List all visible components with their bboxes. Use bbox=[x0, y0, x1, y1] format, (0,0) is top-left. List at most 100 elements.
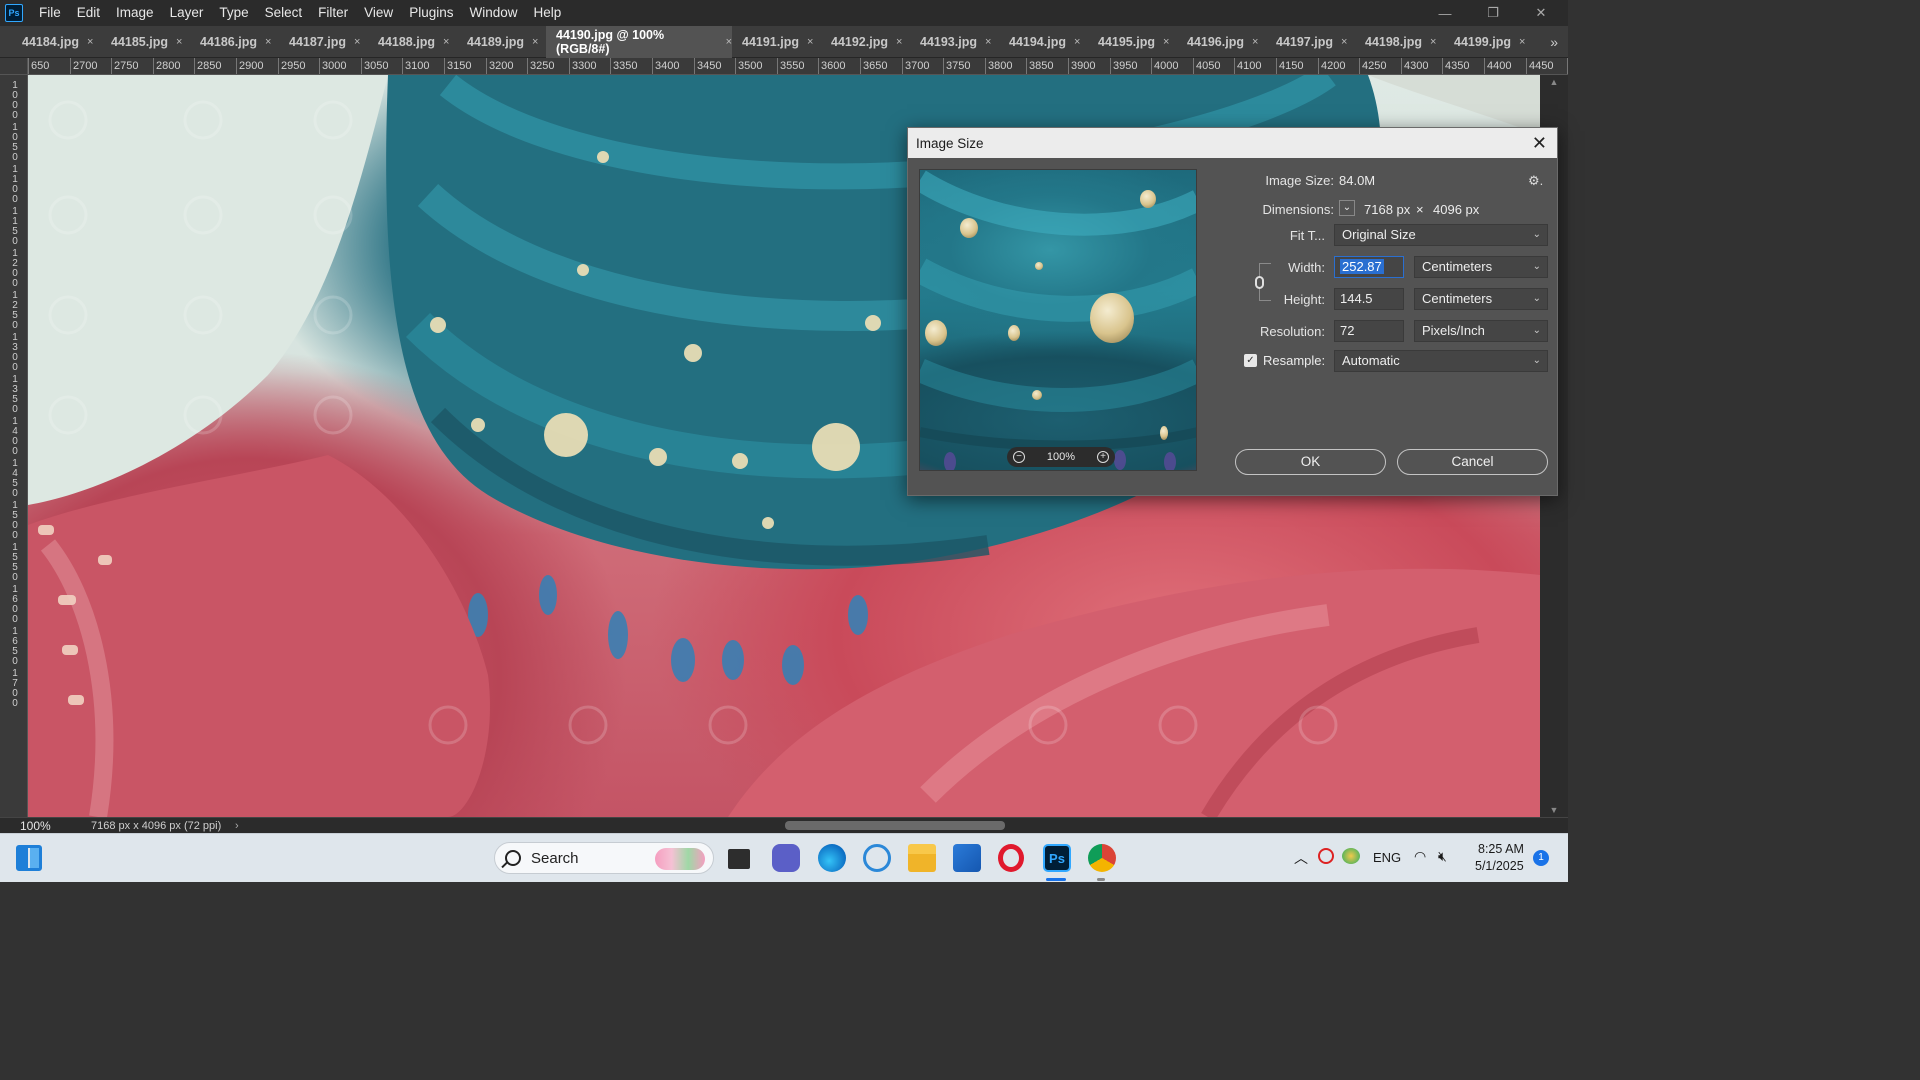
resolution-input[interactable]: 72 bbox=[1334, 320, 1404, 342]
ruler-tick bbox=[694, 58, 695, 74]
window-close-icon[interactable]: ✕ bbox=[1518, 0, 1564, 26]
tab-close-icon[interactable]: × bbox=[354, 36, 360, 48]
clock-time[interactable]: 8:25 AM bbox=[1478, 842, 1524, 856]
menu-edit[interactable]: Edit bbox=[69, 0, 108, 26]
fit-to-select[interactable]: Original Size ⌄ bbox=[1334, 224, 1548, 246]
document-tab[interactable]: 44192.jpg × bbox=[821, 26, 910, 58]
menu-select[interactable]: Select bbox=[257, 0, 311, 26]
volume-muted-icon[interactable]: 🔇︎ bbox=[1438, 848, 1447, 865]
opera-browser-icon[interactable] bbox=[998, 844, 1024, 872]
menu-plugins[interactable]: Plugins bbox=[401, 0, 461, 26]
document-tab[interactable]: 44194.jpg × bbox=[999, 26, 1088, 58]
horizontal-ruler[interactable]: 650 2700 2750 2800 2850 2900 2950 3000 3050 3100 3… bbox=[0, 58, 1568, 75]
photoshop-taskbar-icon[interactable]: Ps bbox=[1043, 844, 1071, 872]
zoom-level-field[interactable]: 100% bbox=[20, 818, 51, 834]
menu-file[interactable]: File bbox=[31, 0, 69, 26]
horizontal-scrollbar[interactable] bbox=[250, 818, 1540, 834]
height-unit-select[interactable]: Centimeters ⌄ bbox=[1414, 288, 1548, 310]
dimensions-units-dropdown-icon[interactable]: ⌄ bbox=[1339, 200, 1355, 216]
image-size-dialog: Image Size ✕ − 100% + ⚙. Image Size: 84.… bbox=[907, 127, 1558, 496]
task-view-icon[interactable] bbox=[728, 849, 750, 869]
snipping-tool-icon[interactable] bbox=[863, 844, 891, 872]
document-tab[interactable]: 44198.jpg × bbox=[1355, 26, 1444, 58]
minimize-icon[interactable]: — bbox=[1422, 0, 1468, 26]
document-tab[interactable]: 44188.jpg × bbox=[368, 26, 457, 58]
image-preview[interactable]: − 100% + bbox=[919, 169, 1197, 471]
scroll-up-icon[interactable]: ▲ bbox=[1540, 77, 1568, 87]
horizontal-scroll-thumb[interactable] bbox=[785, 821, 1005, 830]
tab-overflow-icon[interactable]: » bbox=[1550, 26, 1558, 58]
document-tab[interactable]: 44187.jpg × bbox=[279, 26, 368, 58]
tab-close-icon[interactable]: × bbox=[532, 36, 538, 48]
zoom-out-icon[interactable]: − bbox=[1013, 451, 1025, 463]
menu-view[interactable]: View bbox=[356, 0, 401, 26]
document-tab[interactable]: 44193.jpg × bbox=[910, 26, 999, 58]
settings-gear-icon[interactable]: ⚙. bbox=[1528, 173, 1543, 189]
resample-select[interactable]: Automatic ⌄ bbox=[1334, 350, 1548, 372]
ruler-label: 3850 bbox=[1029, 60, 1054, 72]
tab-close-icon[interactable]: × bbox=[896, 36, 902, 48]
zoom-in-icon[interactable]: + bbox=[1096, 451, 1109, 463]
tab-label: 44197.jpg bbox=[1276, 35, 1333, 49]
ok-button[interactable]: OK bbox=[1235, 449, 1386, 475]
dialog-titlebar[interactable]: Image Size ✕ bbox=[908, 128, 1557, 158]
document-tab[interactable]: 44189.jpg × bbox=[457, 26, 546, 58]
chrome-browser-icon[interactable] bbox=[1088, 844, 1116, 872]
language-indicator[interactable]: ENG bbox=[1373, 850, 1401, 865]
menu-image[interactable]: Image bbox=[108, 0, 162, 26]
tab-close-icon[interactable]: × bbox=[265, 36, 271, 48]
ruler-corner[interactable] bbox=[0, 58, 28, 74]
network-app-tray-icon[interactable] bbox=[1342, 848, 1360, 864]
tab-close-icon[interactable]: × bbox=[176, 36, 182, 48]
cancel-button[interactable]: Cancel bbox=[1397, 449, 1548, 475]
menu-layer[interactable]: Layer bbox=[162, 0, 212, 26]
file-explorer-icon[interactable] bbox=[908, 844, 936, 872]
menu-filter[interactable]: Filter bbox=[310, 0, 356, 26]
menu-help[interactable]: Help bbox=[525, 0, 569, 26]
menu-type[interactable]: Type bbox=[211, 0, 256, 26]
document-tab[interactable]: 44184.jpg × bbox=[12, 26, 101, 58]
document-tab[interactable]: 44195.jpg × bbox=[1088, 26, 1177, 58]
width-input[interactable]: 252.87 bbox=[1334, 256, 1404, 278]
show-hidden-icons-icon[interactable]: ︿ bbox=[1294, 848, 1308, 868]
scroll-down-icon[interactable]: ▼ bbox=[1540, 805, 1568, 815]
document-tab[interactable]: 44186.jpg × bbox=[190, 26, 279, 58]
resample-checkbox[interactable]: ✓ bbox=[1244, 354, 1257, 367]
teams-chat-icon[interactable] bbox=[772, 844, 800, 872]
vpn-tray-icon[interactable] bbox=[1318, 848, 1334, 864]
document-tab-active[interactable]: 44190.jpg @ 100% (RGB/8#) × bbox=[546, 26, 732, 58]
restore-icon[interactable]: ❐ bbox=[1470, 0, 1516, 26]
document-tab[interactable]: 44196.jpg × bbox=[1177, 26, 1266, 58]
wifi-icon[interactable]: ◠ bbox=[1414, 848, 1426, 865]
microsoft-store-icon[interactable] bbox=[953, 844, 981, 872]
tab-close-icon[interactable]: × bbox=[1163, 36, 1169, 48]
height-label: Height: bbox=[1283, 292, 1325, 307]
document-tab[interactable]: 44191.jpg × bbox=[732, 26, 821, 58]
menu-window[interactable]: Window bbox=[461, 0, 525, 26]
widgets-icon[interactable] bbox=[16, 845, 42, 871]
tab-close-icon[interactable]: × bbox=[1341, 36, 1347, 48]
document-tab[interactable]: 44197.jpg × bbox=[1266, 26, 1355, 58]
width-unit-select[interactable]: Centimeters ⌄ bbox=[1414, 256, 1548, 278]
windows-start-icon[interactable] bbox=[454, 846, 480, 872]
resolution-unit-select[interactable]: Pixels/Inch ⌄ bbox=[1414, 320, 1548, 342]
dialog-close-icon[interactable]: ✕ bbox=[1532, 132, 1547, 154]
tab-close-icon[interactable]: × bbox=[807, 36, 813, 48]
document-tab[interactable]: 44199.jpg × bbox=[1444, 26, 1533, 58]
tab-close-icon[interactable]: × bbox=[1074, 36, 1080, 48]
tab-close-icon[interactable]: × bbox=[1252, 36, 1258, 48]
status-menu-arrow-icon[interactable]: › bbox=[235, 818, 239, 834]
tab-close-icon[interactable]: × bbox=[87, 36, 93, 48]
vertical-ruler[interactable]: 1000 1050 1100 1150 1200 1250 1300 1350 1400 1450… bbox=[0, 75, 28, 817]
document-tab[interactable]: 44185.jpg × bbox=[101, 26, 190, 58]
tab-close-icon[interactable]: × bbox=[985, 36, 991, 48]
tab-close-icon[interactable]: × bbox=[1430, 36, 1436, 48]
tab-close-icon[interactable]: × bbox=[443, 36, 449, 48]
notification-badge[interactable]: 1 bbox=[1533, 850, 1549, 866]
tab-close-icon[interactable]: × bbox=[1519, 36, 1525, 48]
edge-browser-icon[interactable] bbox=[818, 844, 846, 872]
ruler-label: 1350 bbox=[12, 374, 18, 415]
clock-date[interactable]: 5/1/2025 bbox=[1475, 859, 1524, 873]
taskbar-search[interactable]: Search bbox=[494, 842, 714, 874]
height-input[interactable]: 144.5 bbox=[1334, 288, 1404, 310]
